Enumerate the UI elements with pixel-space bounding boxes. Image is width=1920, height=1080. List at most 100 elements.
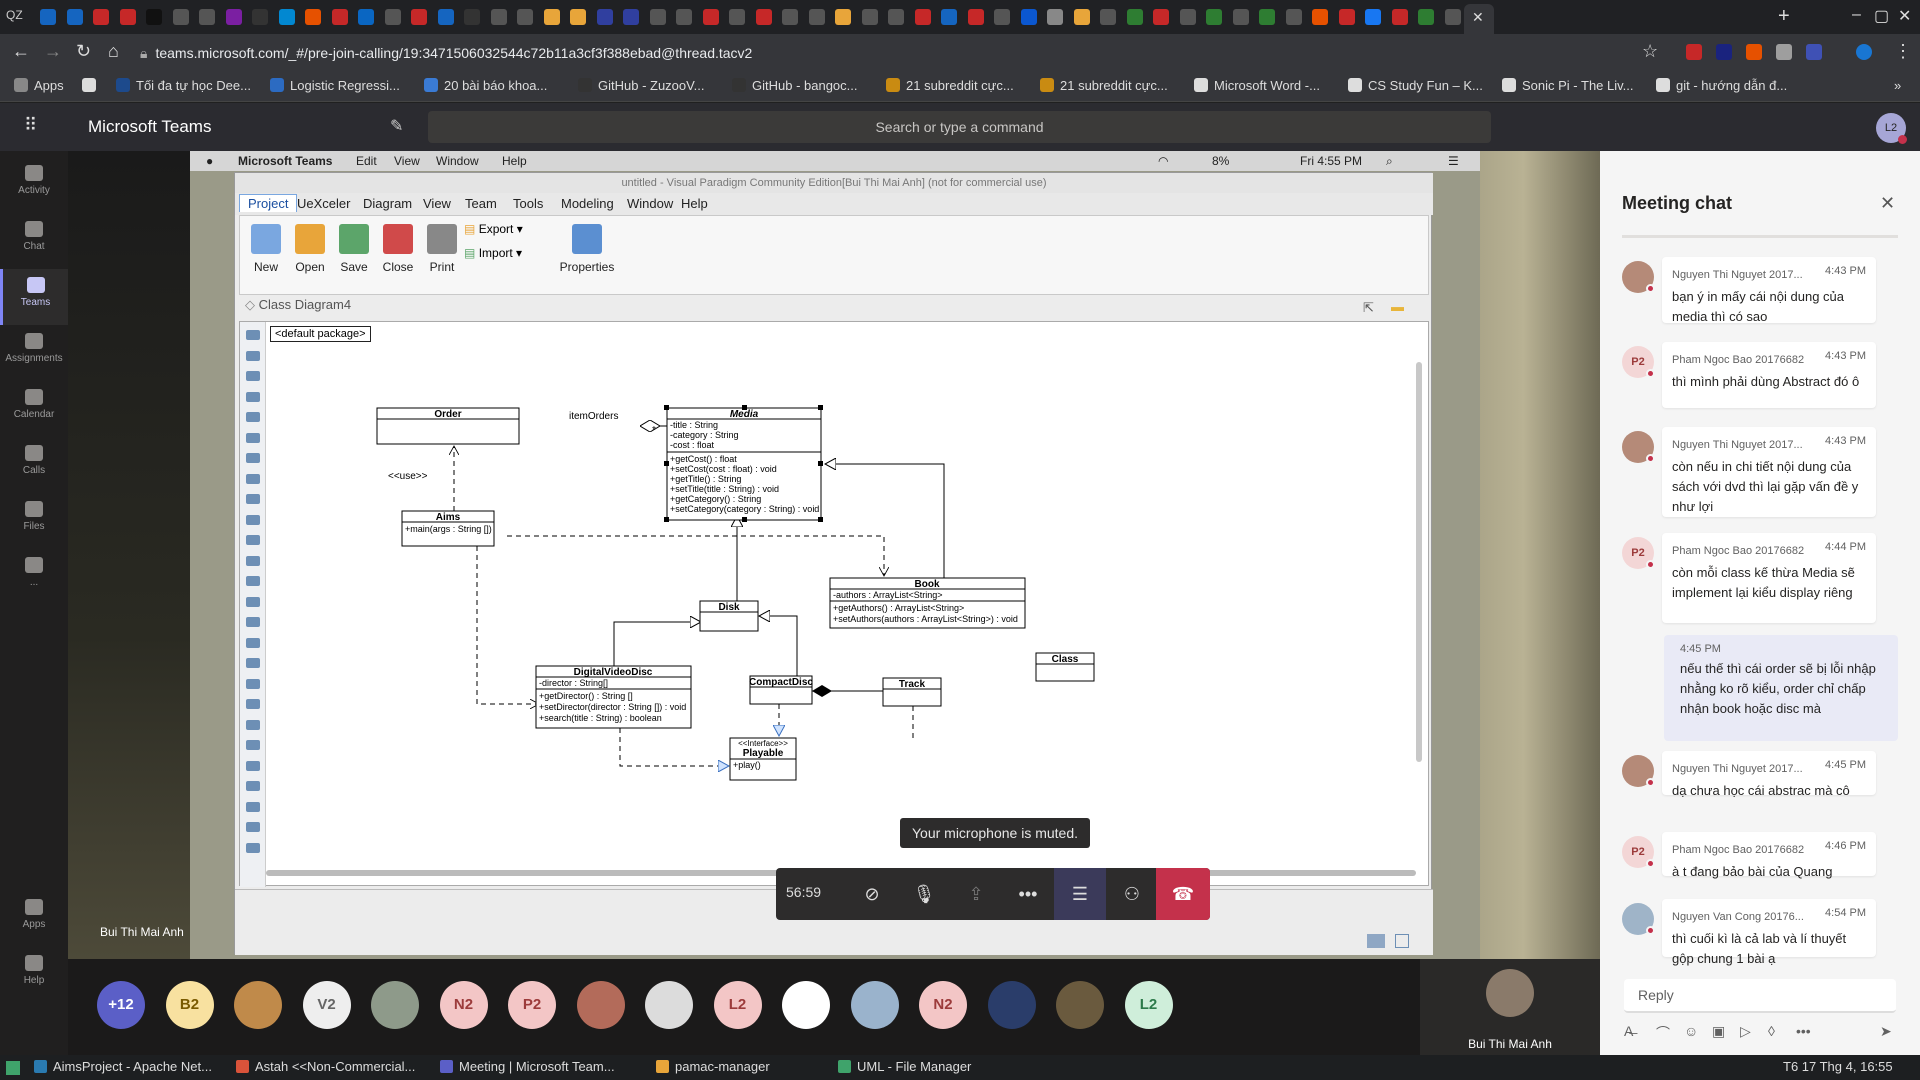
tab-favicon[interactable] (755, 9, 772, 25)
participant-avatar[interactable]: N2 (439, 981, 488, 1029)
tab-favicon[interactable] (1179, 9, 1196, 25)
palette-tool[interactable] (246, 822, 260, 832)
tab-favicon[interactable] (994, 9, 1010, 25)
active-tab[interactable]: ✕ (1464, 4, 1494, 34)
close-icon[interactable]: ✕ (1880, 193, 1895, 214)
ribbon-button[interactable]: Open (288, 224, 332, 274)
chat-message[interactable]: 4:43 PM Pham Ngoc Bao 20176682 thì mình ph… (1662, 342, 1876, 408)
class-generic[interactable]: Class (1035, 652, 1095, 682)
tab-favicon[interactable] (331, 9, 348, 25)
more-actions-icon[interactable]: ••• (1002, 868, 1054, 920)
avatar[interactable]: L2 (1876, 113, 1907, 144)
tab-favicon[interactable] (252, 9, 268, 25)
taskbar-item[interactable]: UML - File Manager (838, 1059, 971, 1074)
tab-favicon[interactable] (172, 9, 189, 25)
tab-favicon[interactable] (967, 9, 984, 25)
maximize-icon[interactable]: ▢ (1874, 6, 1889, 26)
home-icon[interactable]: ⌂ (108, 41, 119, 62)
bookmarks-overflow-icon[interactable]: » (1894, 78, 1901, 93)
chat-message[interactable]: 4:45 PM Nguyen Thi Nguyet 2017... dạ chưa … (1662, 751, 1876, 798)
participant-avatar[interactable] (987, 981, 1036, 1029)
bookmark-item[interactable]: git - hướng dẫn đ... (1656, 78, 1787, 93)
avatar[interactable]: P2 (1622, 836, 1655, 868)
participant-avatar[interactable]: +12 (97, 981, 145, 1029)
tab-favicon[interactable] (358, 9, 374, 25)
tab-favicon[interactable] (1100, 9, 1116, 25)
tab-favicon[interactable] (305, 9, 321, 25)
tab-favicon[interactable] (941, 9, 957, 25)
palette-tool[interactable] (246, 514, 260, 525)
minimize-icon[interactable]: – (1852, 6, 1861, 24)
tab-favicon[interactable] (384, 9, 401, 25)
palette-tool[interactable] (246, 617, 260, 627)
properties-button[interactable]: Properties (552, 224, 622, 274)
tab-favicon[interactable] (596, 9, 613, 25)
chat-message[interactable]: 4:54 PM Nguyen Van Cong 20176... thì cuối … (1662, 899, 1876, 966)
ribbon-button[interactable]: Save (332, 224, 376, 274)
rail-item[interactable]: Files (0, 493, 68, 549)
mic-muted-icon[interactable]: 🎙︎ (898, 868, 950, 920)
send-icon[interactable]: ➤ (1880, 1023, 1892, 1040)
fit-icon[interactable]: ⇱ (1363, 300, 1374, 316)
palette-tool[interactable] (246, 473, 260, 484)
close-tab-icon[interactable]: ✕ (1472, 9, 1484, 26)
camera-off-icon[interactable]: ⊘ (846, 868, 898, 920)
extension-icon[interactable] (1746, 44, 1762, 60)
tab-favicon[interactable] (464, 9, 480, 25)
share-screen-icon[interactable]: ⇪ (950, 868, 1002, 920)
chat-message[interactable]: 4:46 PM Pham Ngoc Bao 20176682 à t đang bả… (1662, 832, 1876, 879)
tab-favicon[interactable] (1047, 9, 1063, 25)
class-aims[interactable]: Aims +main(args : String []) (401, 510, 495, 547)
participant-avatar[interactable]: L2 (713, 981, 762, 1029)
tab-favicon[interactable] (1206, 9, 1222, 25)
class-track[interactable]: Track (882, 677, 942, 707)
class-media[interactable]: Media -title : String -category : String… (664, 405, 823, 522)
profile-avatar[interactable] (1856, 44, 1872, 60)
bookmark-item[interactable]: CS Study Fun – K... (1348, 78, 1483, 93)
palette-tool[interactable] (246, 350, 260, 361)
rail-item[interactable]: Activity (0, 157, 68, 213)
tab-favicon[interactable] (649, 9, 666, 25)
bookmark-item[interactable]: 21 subreddit cực... (1040, 78, 1168, 93)
palette-tool[interactable] (246, 842, 260, 853)
ribbon-tab[interactable]: Diagram (363, 196, 412, 211)
participant-avatar[interactable]: B2 (165, 981, 214, 1029)
participant-avatar[interactable]: P2 (508, 981, 556, 1029)
participants-icon[interactable]: ⚇ (1106, 868, 1158, 920)
app-grid-icon[interactable]: ⠿ (24, 115, 37, 136)
palette-tool[interactable] (246, 699, 260, 709)
participant-avatar[interactable] (782, 981, 830, 1029)
taskbar-item[interactable]: AimsProject - Apache Net... (34, 1059, 212, 1074)
ribbon-button[interactable]: Close (376, 224, 420, 274)
tab-favicon[interactable] (1391, 9, 1408, 25)
tab-favicon[interactable] (888, 9, 904, 25)
reload-icon[interactable]: ↻ (76, 41, 91, 62)
hang-up-button[interactable]: ☎︎ (1156, 868, 1210, 920)
tab-favicon[interactable] (40, 9, 56, 25)
uml-class-diagram[interactable]: itemOrders <<use>> * Order Media -title … (267, 346, 1427, 886)
avatar[interactable] (1622, 755, 1655, 787)
participant-avatar[interactable]: V2 (302, 981, 351, 1029)
tab-favicon[interactable] (1444, 9, 1461, 25)
my-chat-message[interactable]: 4:45 PM nếu thế thì cái order sẽ bị lỗi n… (1664, 635, 1898, 741)
avatar[interactable] (1622, 431, 1655, 463)
note-icon[interactable] (1395, 934, 1409, 948)
chat-message[interactable]: 4:43 PM Nguyen Thi Nguyet 2017... còn nếu … (1662, 427, 1876, 517)
ribbon-tab[interactable]: Team (465, 196, 497, 211)
tab-favicon[interactable] (782, 9, 798, 25)
bookmark-item[interactable]: 20 bài báo khoa... (424, 78, 547, 93)
bookmark-item[interactable]: Apps (14, 78, 64, 93)
ribbon-tab[interactable]: Help (681, 196, 708, 211)
class-disk[interactable]: Disk (699, 600, 759, 632)
avatar[interactable] (1622, 903, 1655, 935)
extension-icon[interactable] (1686, 44, 1702, 60)
rail-item[interactable]: Calendar (0, 381, 68, 437)
bookmark-item[interactable]: GitHub - bangoc... (732, 78, 858, 93)
tab-favicon[interactable] (543, 9, 560, 25)
forward-icon[interactable]: → (44, 41, 62, 62)
bookmark-item[interactable]: Sonic Pi - The Liv... (1502, 78, 1634, 93)
bookmark-item[interactable]: Logistic Regressi... (270, 78, 400, 93)
class-dvd[interactable]: DigitalVideoDisc -director : String[] +g… (535, 665, 692, 729)
participant-avatar[interactable] (645, 981, 693, 1029)
mail-icon[interactable] (1367, 934, 1385, 948)
